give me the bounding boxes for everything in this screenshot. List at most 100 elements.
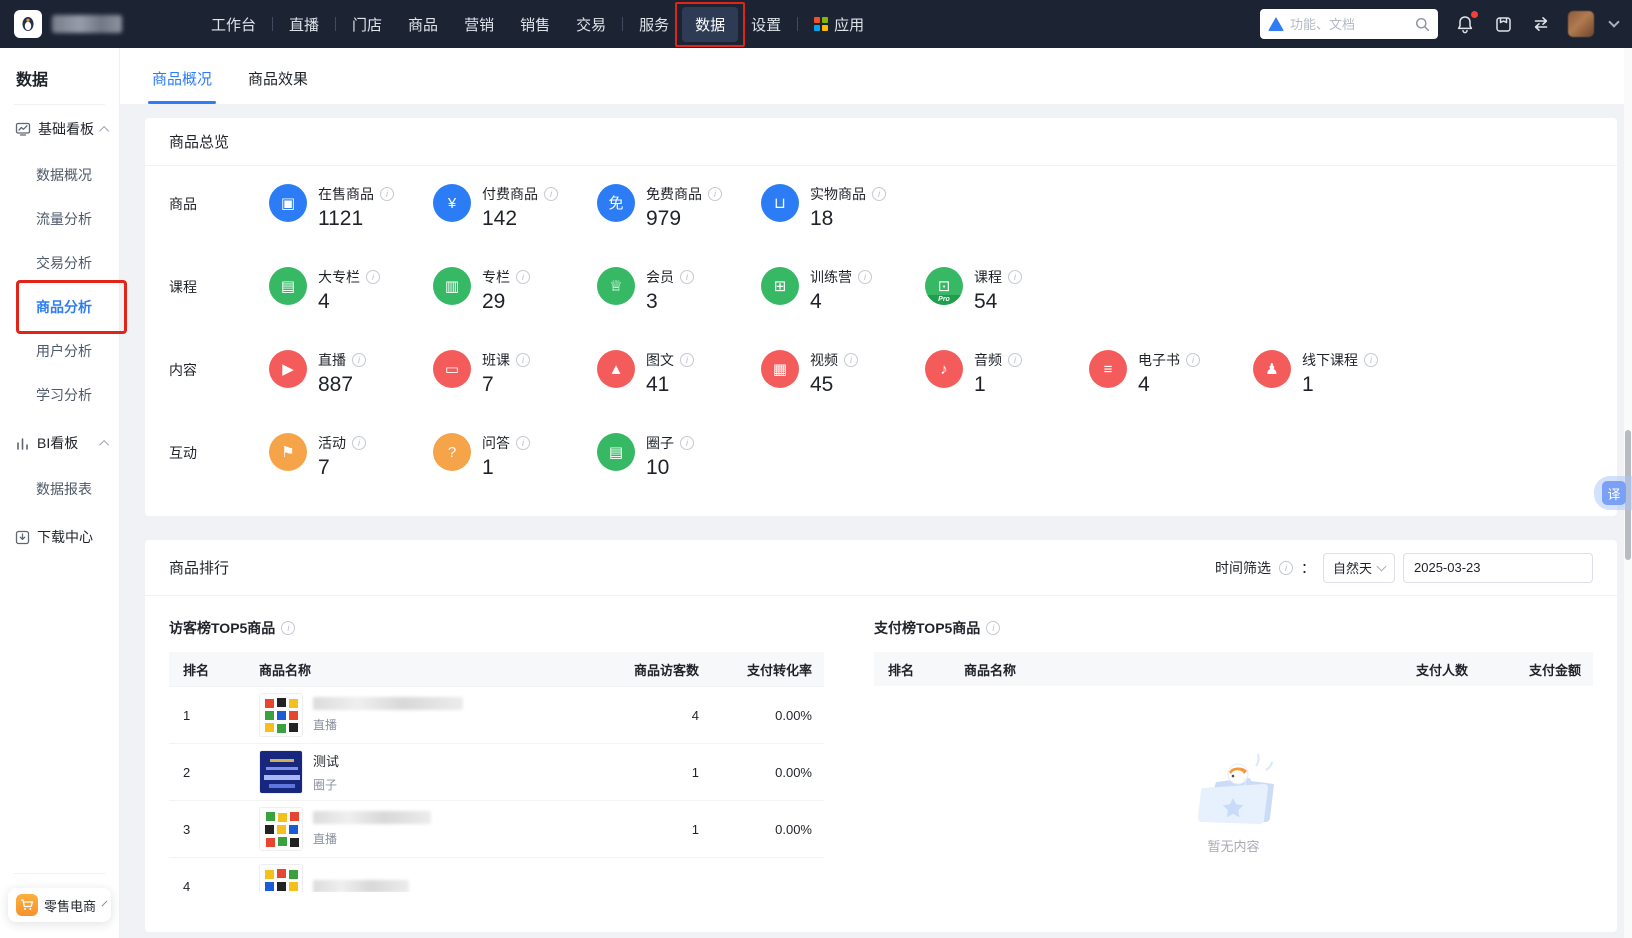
sidebar: 数据 基础看板 数据概况 流量分析 交易分析 商品分析 用户分析 学习分析 BI… xyxy=(0,48,127,938)
nav-workbench[interactable]: 工作台 xyxy=(198,7,269,42)
visitors-cell: 1 xyxy=(691,821,699,837)
sidebar-item-user-analysis[interactable]: 用户分析 xyxy=(0,331,119,371)
logo[interactable] xyxy=(14,10,42,38)
sidebar-item-download-center[interactable]: 下载中心 xyxy=(0,513,119,559)
collapse-arrow-icon[interactable] xyxy=(99,125,110,136)
info-icon[interactable] xyxy=(380,187,394,201)
nav-divider xyxy=(622,17,624,31)
info-icon[interactable] xyxy=(1008,270,1022,284)
stat-value: 29 xyxy=(482,290,506,313)
tab-product-effect[interactable]: 商品效果 xyxy=(244,68,312,104)
stat-free-products: 免 免费商品 979 xyxy=(597,184,761,231)
stat-video: ▦ 视频 45 xyxy=(761,350,925,397)
granularity-select[interactable]: 自然天 xyxy=(1322,552,1395,583)
brand-name-redacted xyxy=(52,15,122,33)
date-picker[interactable] xyxy=(1403,552,1593,583)
physical-products-icon: ⊔ xyxy=(761,184,799,222)
assistant-logo-icon xyxy=(1268,17,1284,31)
info-icon[interactable] xyxy=(680,353,694,367)
info-icon[interactable] xyxy=(1008,353,1022,367)
info-icon[interactable] xyxy=(352,436,366,450)
nav-apps[interactable]: 应用 xyxy=(801,7,877,42)
switch-account-icon[interactable] xyxy=(1530,13,1552,35)
logo-icon xyxy=(22,17,34,31)
stat-audio: ♪ 音频 1 xyxy=(925,350,1089,397)
stat-label: 图文 xyxy=(646,352,674,368)
activity-flag-icon: ⚑ xyxy=(269,433,307,471)
sidebar-item-learning-analysis[interactable]: 学习分析 xyxy=(0,375,119,415)
empty-state: 暂无内容 xyxy=(874,686,1593,916)
info-icon[interactable] xyxy=(1186,353,1200,367)
info-icon[interactable] xyxy=(1278,560,1293,575)
sidebar-footer: 零售电商 xyxy=(0,861,119,938)
table-row[interactable]: 4 xyxy=(169,857,824,892)
info-icon[interactable] xyxy=(516,436,530,450)
info-icon[interactable] xyxy=(516,270,530,284)
sidebar-group-basic-dashboard[interactable]: 基础看板 xyxy=(0,105,119,151)
info-icon[interactable] xyxy=(986,621,1001,635)
info-icon[interactable] xyxy=(352,353,366,367)
nav-store[interactable]: 门店 xyxy=(339,7,395,42)
nav-settings[interactable]: 设置 xyxy=(738,7,794,42)
nav-products[interactable]: 商品 xyxy=(395,7,451,42)
stat-value: 7 xyxy=(482,373,494,396)
shop-icon[interactable] xyxy=(1492,13,1514,35)
table-row[interactable]: 2 测试 圈子 1 0.00% xyxy=(169,743,824,800)
course-pro-icon: ⊡ Pro xyxy=(925,267,963,305)
top-navigation: 工作台 直播 门店 商品 营销 销售 交易 服务 数据 设置 应用 xyxy=(0,0,1632,48)
nav-sales[interactable]: 销售 xyxy=(507,7,563,42)
stat-on-sale-products: ▣ 在售商品 1121 xyxy=(269,184,433,231)
info-icon[interactable] xyxy=(544,187,558,201)
search-input[interactable] xyxy=(1290,16,1409,32)
date-input[interactable] xyxy=(1414,560,1590,575)
image-text-icon: ▲ xyxy=(597,350,635,388)
avatar[interactable] xyxy=(1568,11,1594,37)
notifications-bell-icon[interactable] xyxy=(1454,11,1478,35)
sidebar-group-bi-dashboard[interactable]: BI看板 xyxy=(0,419,119,465)
table-header: 排名 商品名称 商品访客数 支付转化率 xyxy=(169,652,824,686)
stat-label: 音频 xyxy=(974,352,1002,368)
row-label: 互动 xyxy=(169,445,197,461)
sidebar-item-traffic-analysis[interactable]: 流量分析 xyxy=(0,199,119,239)
live-camera-icon: ▶ xyxy=(269,350,307,388)
account-chevron-down-icon[interactable] xyxy=(1608,16,1620,28)
info-icon[interactable] xyxy=(516,353,530,367)
sidebar-item-product-analysis[interactable]: 商品分析 xyxy=(0,280,127,334)
nav-data[interactable]: 数据 xyxy=(675,1,746,47)
table-row[interactable]: 3 直播 1 0.00% xyxy=(169,800,824,857)
sidebar-item-trade-analysis[interactable]: 交易分析 xyxy=(0,243,119,283)
big-column-icon: ▤ xyxy=(269,267,307,305)
workspace-switcher[interactable]: 零售电商 xyxy=(8,888,111,922)
nav-service[interactable]: 服务 xyxy=(626,7,682,42)
row-label: 内容 xyxy=(169,362,197,378)
info-icon[interactable] xyxy=(844,353,858,367)
nav-right-cluster xyxy=(1260,9,1620,39)
translate-fab[interactable]: 译 xyxy=(1594,476,1632,510)
stat-value: 4 xyxy=(318,290,330,313)
nav-marketing[interactable]: 营销 xyxy=(451,7,507,42)
stat-label: 课程 xyxy=(974,269,1002,285)
stat-row-interactions: 互动 ⚑ 活动 7 ? 问答 1 ▤ xyxy=(169,433,1593,482)
info-icon[interactable] xyxy=(281,621,296,635)
info-icon[interactable] xyxy=(872,187,886,201)
nav-live[interactable]: 直播 xyxy=(276,7,332,42)
collapse-arrow-icon[interactable] xyxy=(99,439,110,450)
info-icon[interactable] xyxy=(680,270,694,284)
table-row[interactable]: 1 直播 4 0.00% xyxy=(169,686,824,743)
global-search[interactable] xyxy=(1260,9,1438,39)
info-icon[interactable] xyxy=(858,270,872,284)
info-icon[interactable] xyxy=(366,270,380,284)
sidebar-item-data-overview[interactable]: 数据概况 xyxy=(0,155,119,195)
info-icon[interactable] xyxy=(680,436,694,450)
product-type: 圈子 xyxy=(313,778,338,792)
stat-value: 10 xyxy=(646,456,670,479)
row-label: 商品 xyxy=(169,196,197,212)
stat-label: 问答 xyxy=(482,435,510,451)
stat-label: 活动 xyxy=(318,435,346,451)
info-icon[interactable] xyxy=(1364,353,1378,367)
nav-trade[interactable]: 交易 xyxy=(563,7,619,42)
sidebar-item-data-report[interactable]: 数据报表 xyxy=(0,469,119,509)
info-icon[interactable] xyxy=(708,187,722,201)
tab-product-overview[interactable]: 商品概况 xyxy=(148,68,217,104)
search-icon[interactable] xyxy=(1415,17,1430,32)
